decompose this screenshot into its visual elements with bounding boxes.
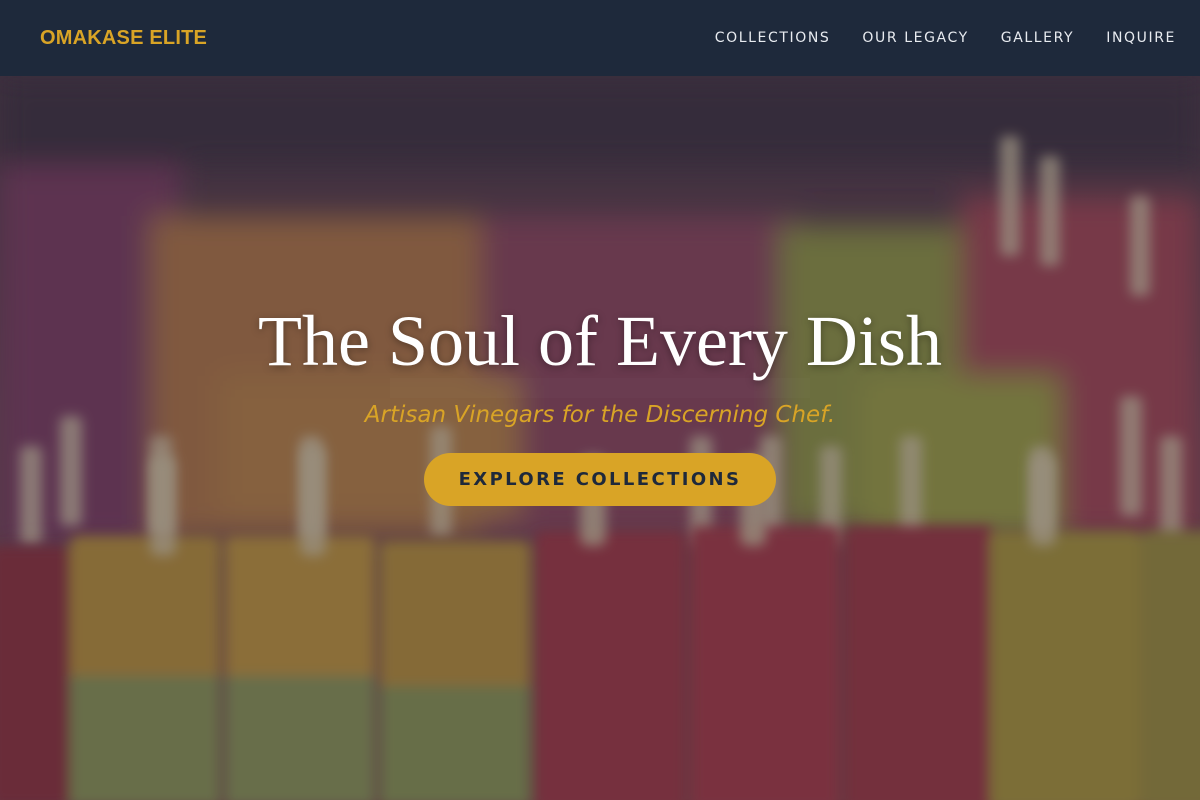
nav-link-our-legacy[interactable]: OUR LEGACY [862, 30, 968, 46]
hero-title: The Soul of Every Dish [258, 301, 942, 381]
brand-logo[interactable]: OMAKASE ELITE [40, 27, 207, 50]
main-nav: COLLECTIONS OUR LEGACY GALLERY INQUIRE [715, 30, 1176, 46]
hero-section: The Soul of Every Dish Artisan Vinegars … [0, 76, 1200, 800]
nav-link-gallery[interactable]: GALLERY [1001, 30, 1074, 46]
hero-overlay [0, 76, 1200, 800]
explore-collections-button[interactable]: EXPLORE COLLECTIONS [424, 453, 776, 506]
nav-link-inquire[interactable]: INQUIRE [1106, 30, 1176, 46]
nav-link-collections[interactable]: COLLECTIONS [715, 30, 831, 46]
top-navbar: OMAKASE ELITE COLLECTIONS OUR LEGACY GAL… [0, 0, 1200, 76]
hero-subtitle: Artisan Vinegars for the Discerning Chef… [364, 402, 836, 428]
